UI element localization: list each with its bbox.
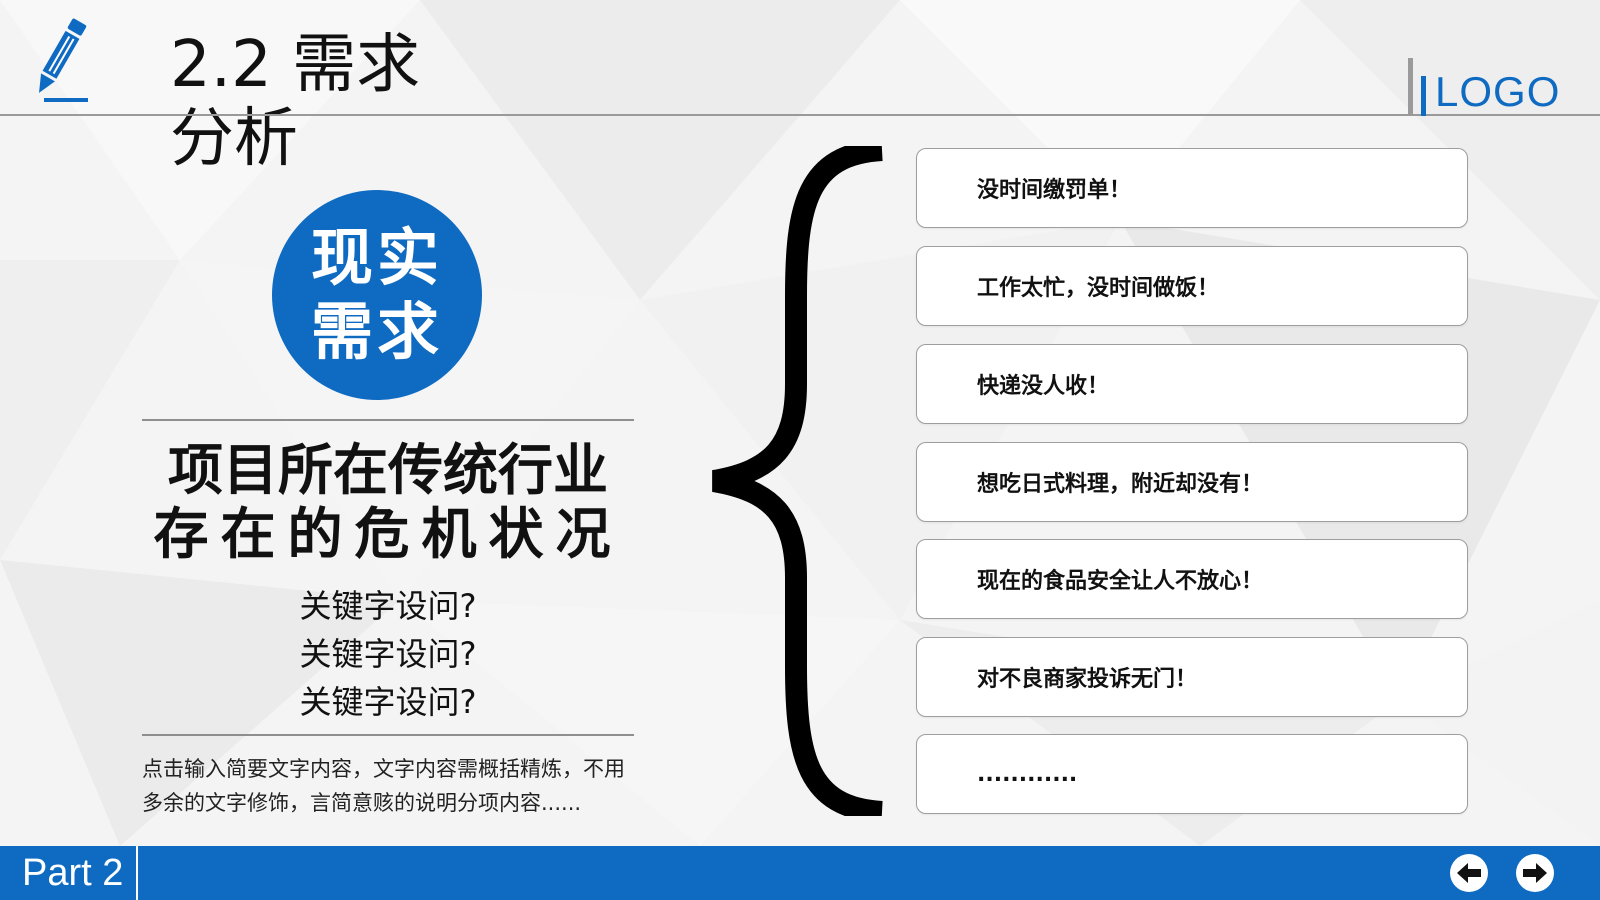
item-text: 快递没人收！: [977, 374, 1110, 399]
item-box: 工作太忙，没时间做饭！: [916, 246, 1468, 326]
keyword-item: 关键字设问?: [299, 635, 477, 673]
next-button[interactable]: [1516, 854, 1554, 892]
item-text: 现在的食品安全让人不放心！: [977, 569, 1264, 594]
headline: 项目所在传统行业 存在的危机状况: [150, 438, 626, 566]
headline-line-2: 存在的危机状况: [153, 502, 623, 566]
prev-button[interactable]: [1450, 854, 1488, 892]
item-text: 想吃日式料理，附近却没有！: [977, 472, 1264, 497]
keyword-item: 关键字设问?: [299, 587, 477, 625]
footer-bar: Part 2: [0, 846, 1600, 900]
divider-top: [142, 419, 634, 421]
item-box: 没时间缴罚单！: [916, 148, 1468, 228]
item-text: 工作太忙，没时间做饭！: [977, 276, 1220, 301]
item-box: 对不良商家投诉无门！: [916, 637, 1468, 717]
keyword-item: 关键字设问?: [299, 683, 477, 721]
item-box: 现在的食品安全让人不放心！: [916, 539, 1468, 619]
pencil-icon: [39, 18, 88, 102]
item-box: 快递没人收！: [916, 344, 1468, 424]
demand-circle: 现实需求: [272, 190, 482, 400]
logo-bar-grey: [1408, 58, 1413, 116]
logo: LOGO: [1408, 58, 1568, 116]
item-text: 没时间缴罚单！: [977, 178, 1132, 203]
keyword-list: 关键字设问? 关键字设问? 关键字设问?: [142, 582, 634, 726]
headline-line-1: 项目所在传统行业: [167, 438, 608, 502]
page-title: 2.2 需求分析: [170, 28, 421, 176]
arrow-right-icon: [1523, 863, 1547, 883]
divider-bottom: [142, 734, 634, 736]
logo-text: LOGO: [1435, 68, 1561, 115]
header-divider: [0, 114, 1600, 116]
description-text: 点击输入简要文字内容，文字内容需概括精炼，不用多余的文字修饰，言简意赅的说明分项…: [142, 757, 625, 815]
item-box: 想吃日式料理，附近却没有！: [916, 442, 1468, 522]
item-box: ............: [916, 734, 1468, 814]
logo-bar-blue: [1421, 76, 1426, 116]
curly-brace: [712, 146, 883, 816]
item-text: 对不良商家投诉无门！: [977, 667, 1198, 692]
arrow-left-icon: [1457, 863, 1481, 883]
circle-label: 现实需求: [310, 221, 443, 368]
part-label: Part 2: [0, 846, 138, 900]
item-text: ............: [977, 761, 1078, 787]
